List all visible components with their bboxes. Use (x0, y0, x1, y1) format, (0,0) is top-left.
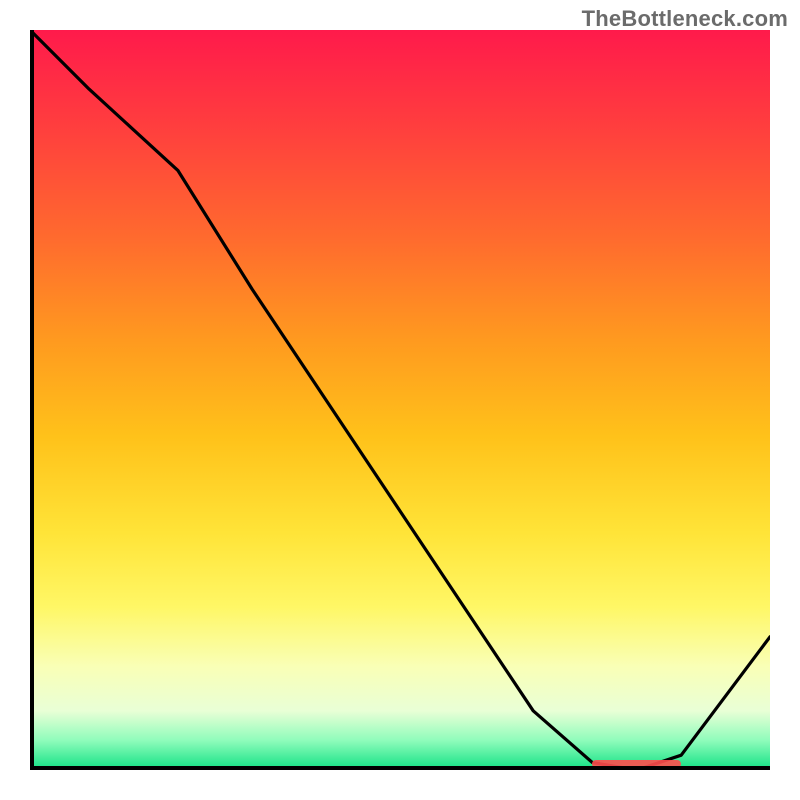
x-axis (30, 766, 770, 770)
bottleneck-curve (30, 30, 770, 770)
plot-area (30, 30, 770, 770)
curve-path (30, 30, 770, 770)
chart-container: TheBottleneck.com (0, 0, 800, 800)
y-axis (30, 30, 34, 770)
watermark-text: TheBottleneck.com (582, 6, 788, 32)
